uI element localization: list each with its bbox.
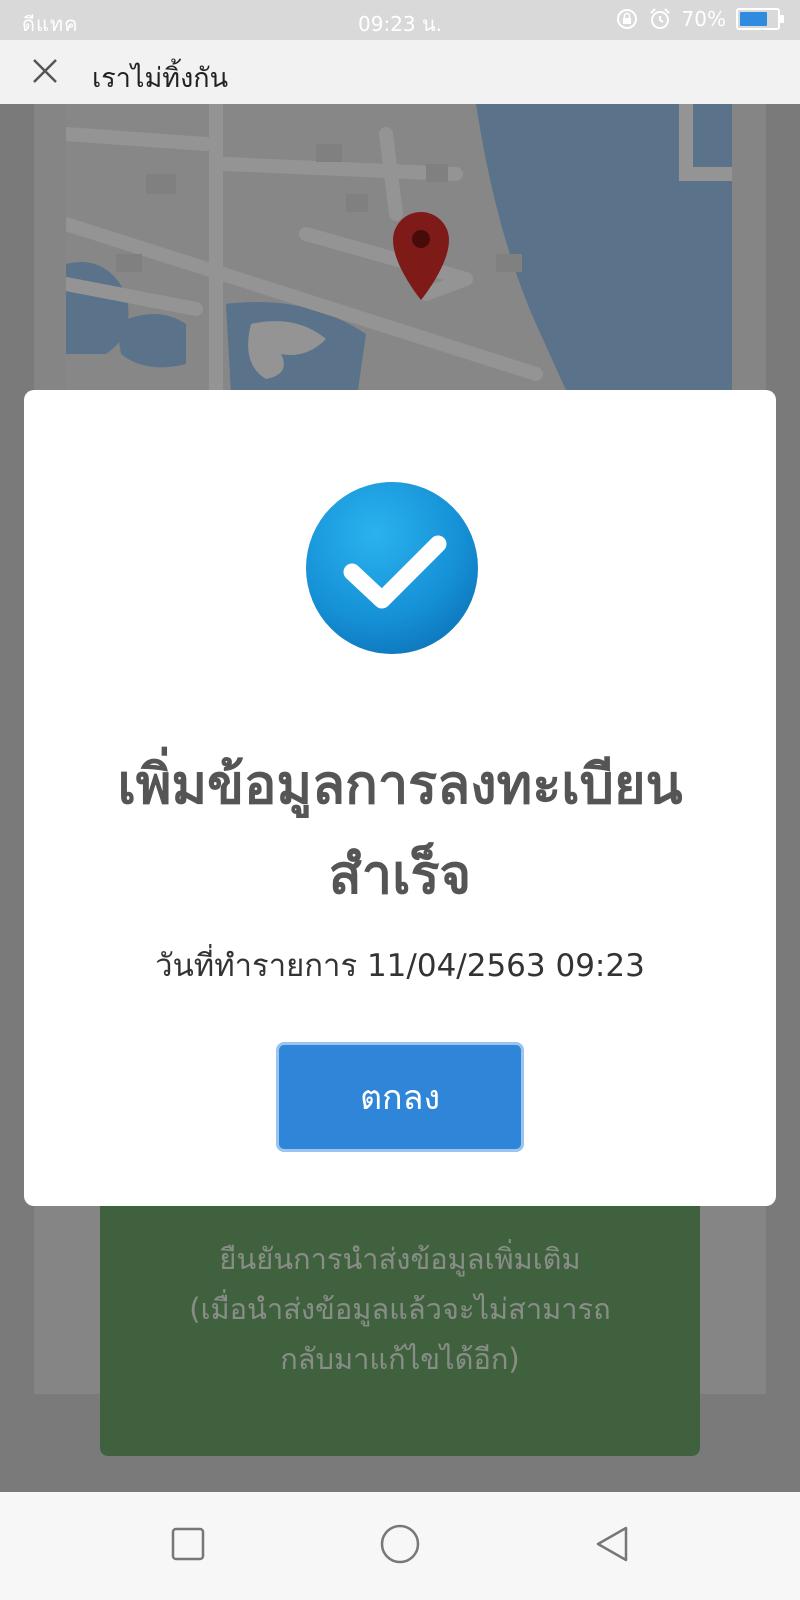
dialog-title-line-1: เพิ่มข้อมูลการลงทะเบียน — [117, 753, 683, 816]
page-title: เราไม่ทิ้งกัน — [92, 63, 229, 94]
ok-button[interactable]: ตกลง — [276, 1042, 524, 1152]
recent-apps-button[interactable] — [158, 1514, 218, 1574]
battery-fill — [740, 12, 767, 26]
status-bar: ดีแทค 09:23 น. 70% — [0, 0, 800, 40]
battery-icon — [736, 8, 784, 30]
rotation-lock-icon — [616, 9, 637, 29]
status-time: 09:23 น. — [358, 12, 443, 36]
ok-button-label: ตกลง — [359, 1078, 441, 1118]
close-icon[interactable] — [28, 54, 62, 88]
back-triangle-icon — [596, 1526, 628, 1562]
back-button[interactable] — [582, 1514, 642, 1574]
transaction-date: วันที่ทำรายการ 11/04/2563 09:23 — [155, 948, 645, 984]
circle-icon — [380, 1524, 420, 1564]
success-dialog: เพิ่มข้อมูลการลงทะเบียน สำเร็จ วันที่ทำร… — [24, 390, 776, 1206]
alarm-icon — [649, 8, 670, 29]
status-icons: 70% — [616, 7, 784, 31]
navigation-bar — [0, 1492, 800, 1600]
home-button[interactable] — [370, 1514, 430, 1574]
success-check-icon — [306, 482, 478, 654]
battery-percent: 70% — [681, 7, 726, 31]
dialog-title-line-2: สำเร็จ — [328, 843, 472, 906]
dialog-title: เพิ่มข้อมูลการลงทะเบียน สำเร็จ — [24, 740, 776, 920]
app-header: เราไม่ทิ้งกัน — [0, 40, 800, 104]
square-icon — [171, 1527, 205, 1561]
carrier-label: ดีแทค — [22, 12, 79, 36]
